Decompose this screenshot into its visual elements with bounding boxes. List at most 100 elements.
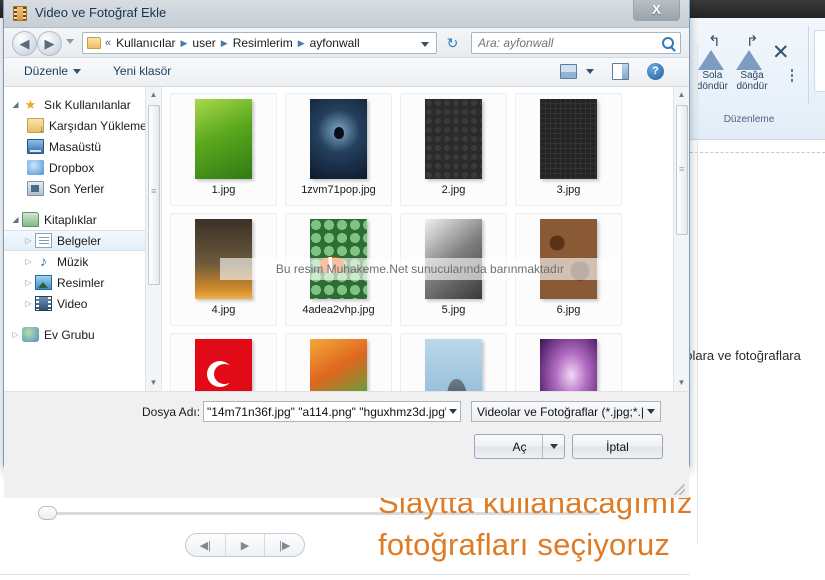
file-type-filter-combobox[interactable]: Videolar ve Fotoğraflar (*.jpg;*.|	[471, 401, 661, 422]
folder-icon	[87, 37, 101, 49]
preview-pane-icon[interactable]	[612, 63, 629, 80]
sidebar-item-label: Masaüstü	[49, 139, 102, 154]
organize-menu-button[interactable]: Düzenle	[24, 64, 82, 78]
sidebar-scrollbar[interactable]: ▲ ▼	[145, 87, 161, 391]
file-name-label: 5.jpg	[441, 304, 466, 316]
rotate-left-icon[interactable]: ↰	[696, 34, 728, 70]
dashed-square-icon	[790, 69, 793, 82]
sidebar-group-label: Sık Kullanılanlar	[44, 97, 131, 112]
file-item[interactable]	[400, 333, 507, 391]
breadcrumb-item-3[interactable]: ayfonwall	[310, 36, 360, 50]
search-input[interactable]	[478, 36, 662, 50]
forward-button[interactable]: ▶	[37, 31, 62, 56]
filename-combobox[interactable]	[203, 401, 461, 422]
player-seek-thumb[interactable]	[38, 506, 57, 520]
sidebar-group-label: Ev Grubu	[44, 327, 95, 342]
search-box[interactable]	[471, 32, 681, 54]
expand-triangle-icon[interactable]: ◢	[9, 215, 22, 224]
annotation-line-2: fotoğrafları seçiyoruz	[378, 527, 671, 562]
navigation-pane: ◢ ★ Sık Kullanılanlar Karşıdan Yükleme M…	[4, 87, 161, 391]
rotate-right-arrow-glyph: ↱	[746, 33, 759, 50]
sidebar-item-dropbox[interactable]: Dropbox	[4, 157, 161, 178]
sidebar-item-label: Karşıdan Yükleme	[49, 118, 147, 133]
dropbox-icon	[27, 160, 44, 175]
sidebar-item-video[interactable]: ▷ Video	[4, 293, 161, 314]
view-mode-chevron-down-icon[interactable]	[586, 69, 594, 74]
file-item[interactable]	[515, 333, 622, 391]
file-list-scroll-thumb[interactable]	[676, 105, 688, 235]
ribbon-side-button[interactable]: Sk	[814, 30, 825, 92]
breadcrumb-overflow-icon[interactable]: «	[105, 37, 111, 49]
sidebar-group-label: Kitaplıklar	[44, 212, 97, 227]
breadcrumb-item-0[interactable]: Kullanıcılar	[116, 36, 175, 50]
ribbon-divider	[808, 26, 809, 104]
storyboard-vertical-line	[697, 44, 698, 544]
scroll-down-arrow-icon[interactable]: ▼	[146, 375, 161, 391]
sidebar-group-favorites[interactable]: ◢ ★ Sık Kullanılanlar	[4, 94, 161, 115]
breadcrumb-separator-icon: ▶	[297, 37, 305, 48]
open-button[interactable]: Aç	[474, 434, 565, 459]
file-name-label: 3.jpg	[556, 184, 581, 196]
file-item[interactable]	[285, 333, 392, 391]
sidebar-item-label: Resimler	[57, 275, 105, 290]
file-item[interactable]: 3.jpg	[515, 93, 622, 206]
resize-grip-icon[interactable]	[674, 484, 685, 495]
filename-input[interactable]	[207, 404, 446, 419]
new-folder-button[interactable]: Yeni klasör	[113, 64, 171, 78]
scroll-up-arrow-icon[interactable]: ▲	[674, 87, 689, 103]
scroll-up-arrow-icon[interactable]: ▲	[146, 87, 161, 103]
close-button[interactable]: X	[633, 0, 680, 21]
chevron-right-icon[interactable]: ▷	[22, 278, 35, 287]
sidebar-item-pictures[interactable]: ▷ Resimler	[4, 272, 161, 293]
previous-frame-button[interactable]: ◀|	[186, 534, 225, 556]
image-watermark-overlay: Bu resim Muhakeme.Net sunucularında barı…	[220, 258, 620, 280]
file-item[interactable]: 2.jpg	[400, 93, 507, 206]
ribbon-group-edit: ↰ ↱ ✕ Sola döndür Sağa döndür Düzenleme	[690, 28, 810, 125]
refresh-icon[interactable]: ↻	[441, 32, 464, 54]
expand-triangle-icon[interactable]: ◢	[9, 100, 22, 109]
file-name-label: 4adea2vhp.jpg	[302, 304, 375, 316]
sidebar-scroll-thumb[interactable]	[148, 105, 160, 285]
file-item[interactable]: 1.jpg	[170, 93, 277, 206]
chevron-right-icon[interactable]: ▷	[9, 330, 22, 339]
scroll-down-arrow-icon[interactable]: ▼	[674, 375, 689, 391]
file-thumbnail	[195, 339, 252, 391]
sidebar-item-music[interactable]: ▷ ♪ Müzik	[4, 251, 161, 272]
screenshot-root: ↰ ↱ ✕ Sola döndür Sağa döndür Düzenleme	[0, 0, 825, 580]
chevron-right-icon[interactable]: ▷	[22, 236, 35, 245]
dialog-footer: Dosya Adı: Videolar ve Fotoğraflar (*.jp…	[4, 392, 689, 498]
breadcrumb-item-1[interactable]: user	[192, 36, 215, 50]
open-button-dropdown[interactable]	[542, 435, 564, 458]
rotate-right-icon[interactable]: ↱	[734, 33, 766, 70]
sidebar-group-homegroup[interactable]: ▷ Ev Grubu	[4, 324, 161, 345]
view-mode-icon[interactable]	[560, 64, 577, 79]
video-icon	[35, 296, 52, 311]
back-button[interactable]: ◀	[12, 31, 37, 56]
sidebar-item-documents[interactable]: ▷ Belgeler	[4, 230, 161, 251]
remove-selected-box	[773, 69, 810, 92]
file-list-view[interactable]: 1.jpg 1zvm71pop.jpg 2.jpg 3.jpg 4.jpg 4a…	[162, 87, 689, 391]
file-name-label: 6.jpg	[556, 304, 581, 316]
chevron-right-icon[interactable]: ▷	[22, 257, 35, 266]
chevron-down-icon[interactable]	[647, 409, 655, 414]
breadcrumb-item-2[interactable]: Resimlerim	[233, 36, 293, 50]
address-chevron-down-icon[interactable]	[421, 42, 429, 47]
sidebar-item-desktop[interactable]: Masaüstü	[4, 136, 161, 157]
play-button[interactable]: ▶	[224, 534, 265, 556]
sidebar-item-label: Müzik	[57, 254, 89, 269]
file-thumbnail	[540, 99, 597, 179]
sidebar-item-recent-places[interactable]: Son Yerler	[4, 178, 161, 199]
cancel-button[interactable]: İptal	[572, 434, 663, 459]
file-list-scrollbar[interactable]: ▲ ▼	[673, 87, 689, 391]
chevron-down-icon[interactable]	[449, 409, 457, 414]
recent-locations-chevron-down-icon[interactable]	[66, 39, 74, 44]
file-item[interactable]	[170, 333, 277, 391]
help-icon[interactable]: ?	[647, 63, 664, 80]
remove-x-icon[interactable]: ✕	[772, 38, 790, 68]
next-frame-button[interactable]: |▶	[264, 534, 304, 556]
file-item[interactable]: 1zvm71pop.jpg	[285, 93, 392, 206]
sidebar-group-libraries[interactable]: ◢ Kitaplıklar	[4, 209, 161, 230]
sidebar-item-downloads[interactable]: Karşıdan Yükleme	[4, 115, 161, 136]
chevron-right-icon[interactable]: ▷	[22, 299, 35, 308]
address-bar[interactable]: « Kullanıcılar ▶ user ▶ Resimlerim ▶ ayf…	[82, 32, 437, 54]
